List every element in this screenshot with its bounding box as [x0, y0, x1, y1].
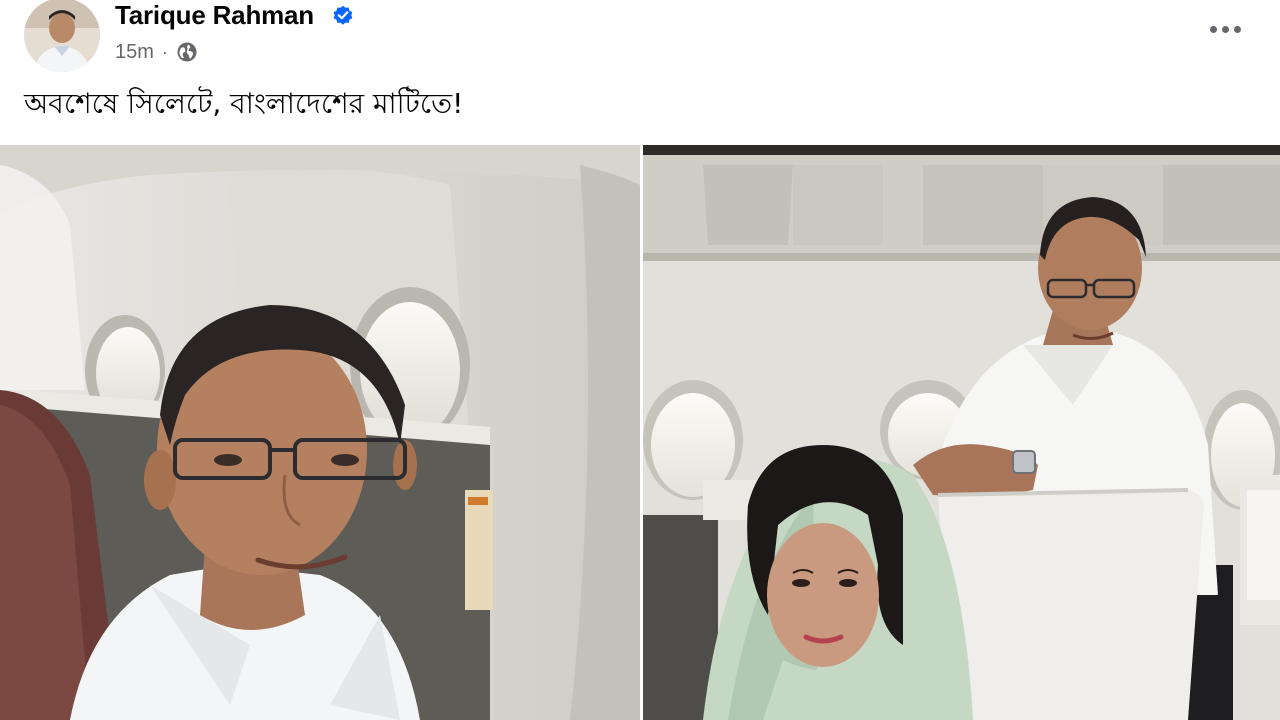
more-options-icon-dot	[1233, 25, 1241, 33]
more-options-button[interactable]	[1195, 10, 1255, 48]
more-options-icon-dot	[1221, 25, 1229, 33]
post-photo-1[interactable]	[0, 145, 640, 720]
globe-icon[interactable]	[176, 41, 198, 63]
author-avatar[interactable]	[24, 0, 100, 72]
post-meta: 15m ·	[115, 38, 198, 66]
more-options-icon	[1209, 25, 1217, 33]
photo-1-image	[0, 145, 640, 720]
avatar-image	[24, 0, 100, 72]
post-photo-2[interactable]	[643, 145, 1280, 720]
author-name[interactable]: Tarique Rahman	[115, 0, 314, 31]
verified-badge-icon	[333, 5, 353, 25]
post-message: অবশেষে সিলেটে, বাংলাদেশের মাটিতে!	[24, 87, 464, 120]
post-timestamp[interactable]: 15m	[115, 41, 154, 64]
facebook-post: Tarique Rahman 15m · অবশেষে সিলেটে, বাংল…	[0, 0, 1280, 720]
meta-separator: ·	[161, 41, 168, 62]
photo-2-image	[643, 145, 1280, 720]
